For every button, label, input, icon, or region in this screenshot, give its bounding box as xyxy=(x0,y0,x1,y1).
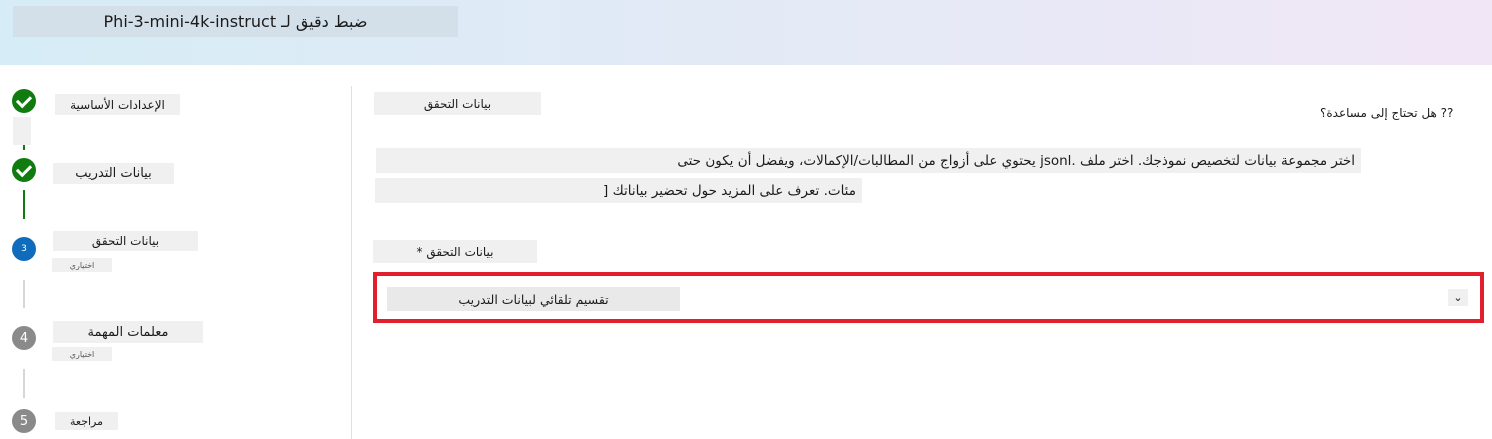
chevron-down-icon[interactable]: ⌄ xyxy=(1448,289,1468,306)
step-1-check-icon xyxy=(12,89,36,113)
description-line-2[interactable]: مئات. تعرف على المزيد حول تحضير بياناتك … xyxy=(375,178,862,203)
section-title: بيانات التحقق xyxy=(374,92,541,115)
step-connector-box xyxy=(13,117,31,145)
step-4-optional: اختياري xyxy=(52,347,112,361)
step-1-label[interactable]: الإعدادات الأساسية xyxy=(55,94,180,115)
page-title: ضبط دقيق لـ Phi-3-mini-4k-instruct xyxy=(13,6,458,37)
step-connector-3 xyxy=(23,280,25,308)
description-line-1: اختر مجموعة بيانات لتخصيص نموذجك. اختر م… xyxy=(376,148,1361,173)
step-3-optional: اختياري xyxy=(52,258,112,272)
step-5-label[interactable]: مراجعة xyxy=(55,412,118,430)
panel-divider xyxy=(351,86,352,439)
header-banner: ضبط دقيق لـ Phi-3-mini-4k-instruct xyxy=(0,0,1492,65)
step-connector-4 xyxy=(23,369,25,398)
step-3-label[interactable]: بيانات التحقق xyxy=(53,231,198,251)
step-2-label[interactable]: بيانات التدريب xyxy=(53,163,174,184)
step-connector-2 xyxy=(23,190,25,219)
step-4-number: 4 xyxy=(12,326,36,350)
step-3-number: 3 xyxy=(12,237,36,261)
step-5-number: 5 xyxy=(12,409,36,433)
help-link[interactable]: ?? هل تحتاج إلى مساعدة؟ xyxy=(1320,106,1453,120)
validation-data-label: بيانات التحقق * xyxy=(373,240,537,263)
step-2-check-icon xyxy=(12,158,36,182)
step-connector-1 xyxy=(23,145,25,150)
validation-data-dropdown[interactable]: تقسيم تلقائي لبيانات التدريب xyxy=(387,287,680,311)
step-4-label[interactable]: معلمات المهمة xyxy=(53,321,203,343)
